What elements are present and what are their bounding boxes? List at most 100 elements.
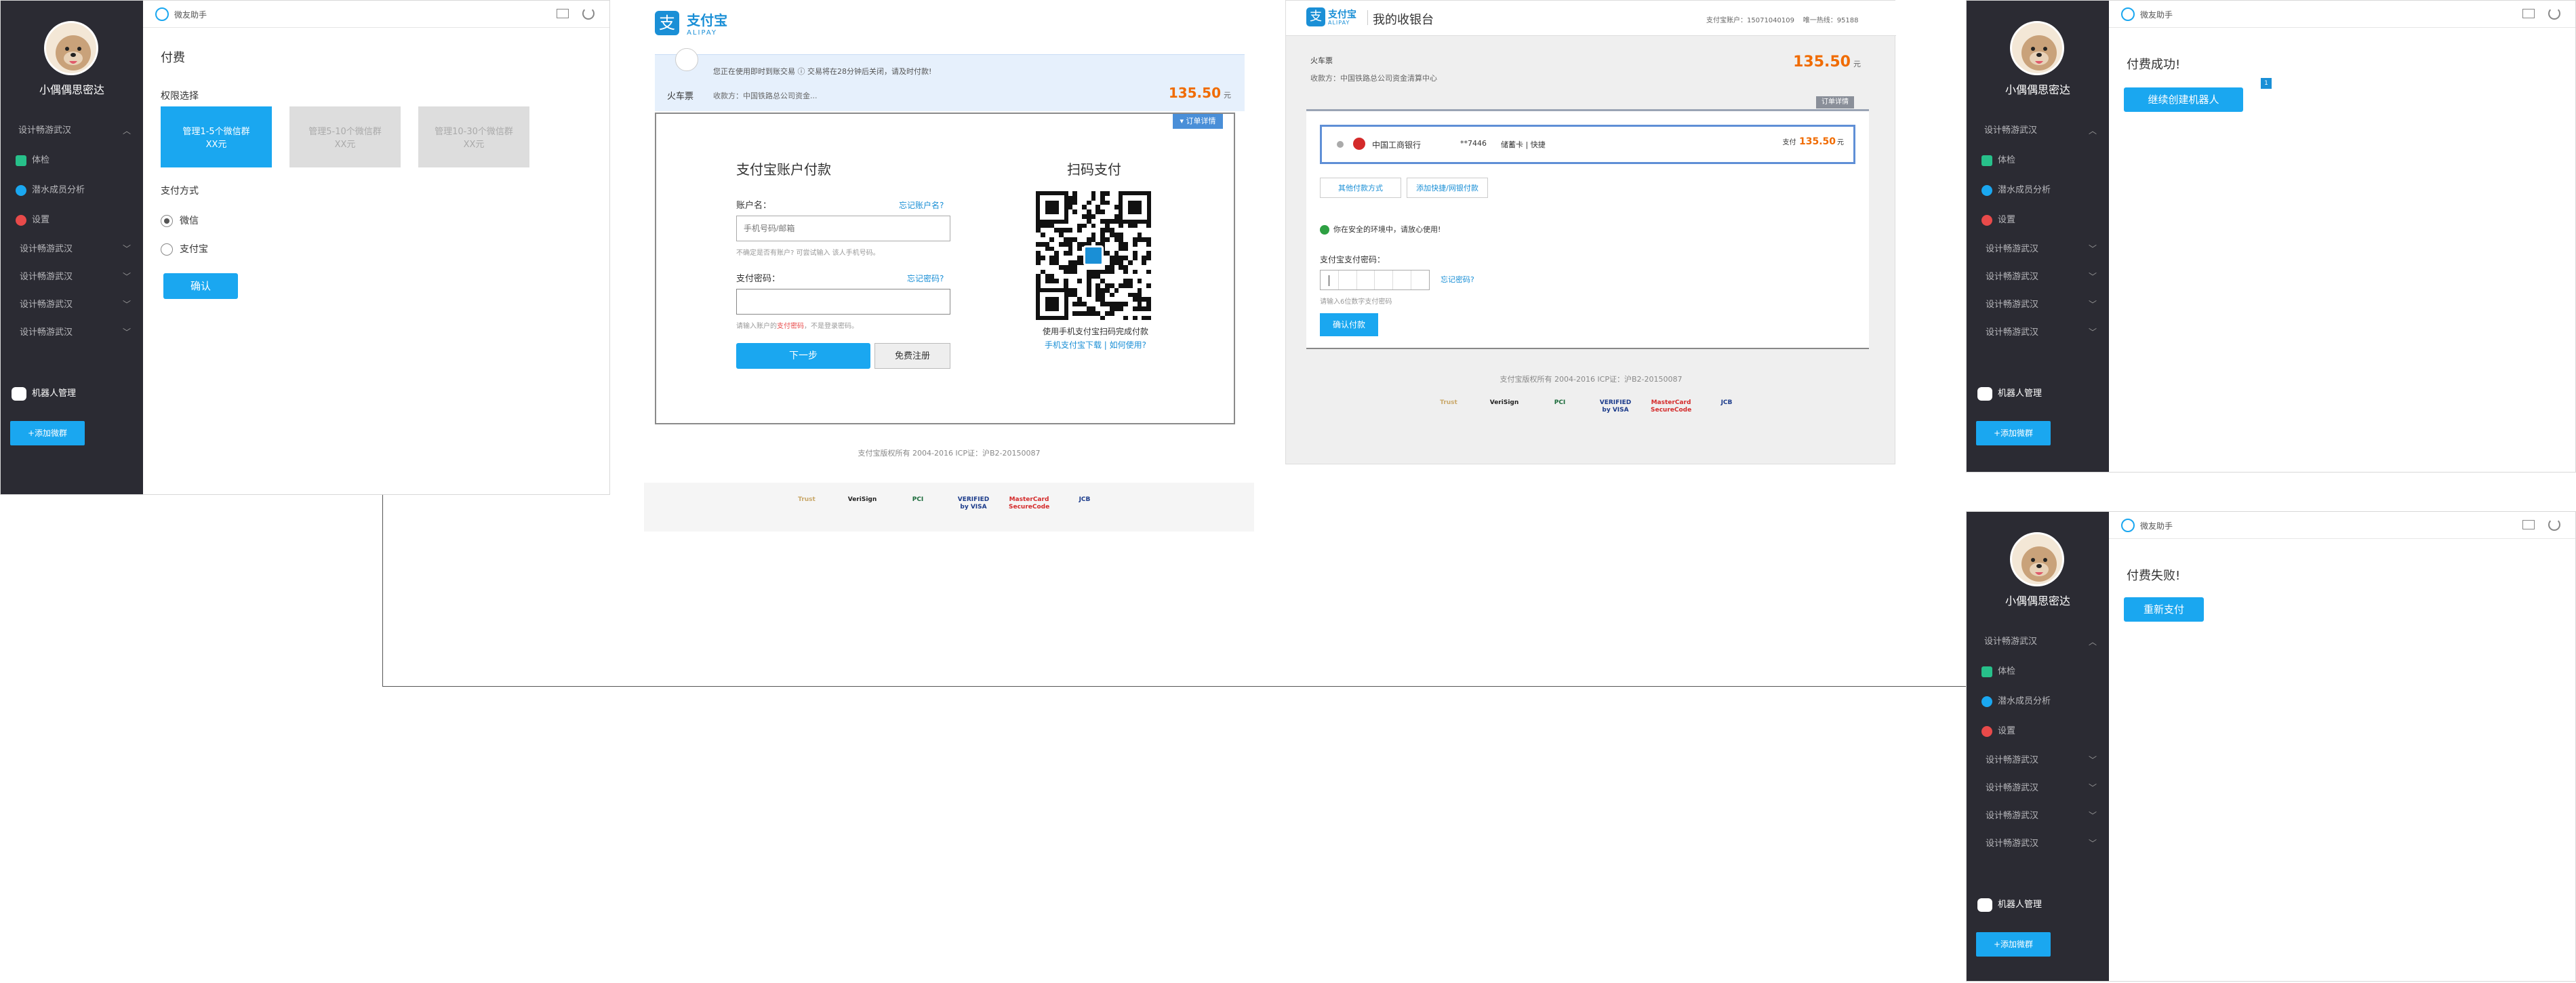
sidebar-group-item[interactable]: 设计畅游武汉 ﹀ — [1967, 319, 2109, 346]
avatar — [44, 21, 98, 75]
power-icon[interactable] — [2548, 519, 2560, 531]
download-app-link[interactable]: 手机支付宝下载 — [1045, 340, 1102, 350]
confirm-button[interactable]: 确认 — [163, 273, 238, 299]
sidebar-group-item[interactable]: 设计畅游武汉 ﹀ — [1967, 830, 2109, 858]
alipay-logo-text: 支付宝 — [687, 12, 728, 28]
topbar-title: 微友助手 — [174, 10, 207, 20]
sidebar-item-checkup[interactable]: 体检 — [1967, 146, 2109, 176]
sidebar-item-label: 设计畅游武汉 — [1986, 327, 2039, 338]
sidebar-group-item[interactable]: 设计畅游武汉 ﹀ — [1, 291, 143, 319]
account-input[interactable] — [736, 216, 950, 241]
sidebar-item-lurker[interactable]: 潜水成员分析 — [1967, 176, 2109, 205]
sidebar-item-checkup[interactable]: 体检 — [1, 146, 143, 176]
sidebar-item-lurker[interactable]: 潜水成员分析 — [1, 176, 143, 205]
sidebar-group-item[interactable]: 设计畅游武汉 ﹀ — [1, 319, 143, 346]
trust-logo-1: VeriSign — [847, 496, 877, 503]
robot-management[interactable]: 机器人管理 — [1977, 897, 2106, 912]
radio-checked-icon[interactable] — [161, 215, 173, 227]
account-info: 支付宝账户：15071040109 唯一热线：95188 — [1706, 17, 1859, 24]
confirm-pay-button[interactable]: 确认付款 — [1320, 313, 1378, 336]
continue-create-robot-button[interactable]: 继续创建机器人 — [2124, 87, 2243, 112]
sidebar-item-checkup[interactable]: 体检 — [1967, 657, 2109, 687]
alipay-logo-icon: 支 — [655, 11, 679, 35]
amount-unit: 元 — [1853, 60, 1861, 68]
alipay-logo: 支 支付宝 ALIPAY — [655, 9, 727, 37]
forgot-password-link[interactable]: 忘记密码? — [907, 273, 944, 284]
order-detail-button[interactable]: 订单详情 — [1816, 96, 1854, 108]
plan-option-3[interactable]: 管理10-30个微信群 XX元 — [418, 106, 529, 167]
sidebar-item-label: 设计畅游武汉 — [1986, 783, 2039, 793]
sidebar-group-item[interactable]: 设计畅游武汉 ﹀ — [1967, 774, 2109, 802]
sidebar-group-item[interactable]: 设计畅游武汉 ﹀ — [1, 263, 143, 291]
topbar: 微友助手 — [143, 1, 609, 28]
sidebar-item-lurker[interactable]: 潜水成员分析 — [1967, 687, 2109, 717]
bank-name: 中国工商银行 — [1372, 140, 1422, 150]
robot-management[interactable]: 机器人管理 — [12, 386, 140, 401]
qr-code[interactable] — [1036, 191, 1151, 321]
scan-hint: 使用手机支付宝扫码完成付款 — [1042, 327, 1148, 336]
selected-bank-card[interactable]: 中国工商银行 **7446 储蓄卡 | 快捷 支付 135.50 元 — [1320, 125, 1855, 164]
power-icon[interactable] — [582, 7, 595, 20]
radio-icon[interactable] — [161, 243, 173, 256]
register-button[interactable]: 免费注册 — [874, 343, 950, 369]
retry-pay-button[interactable]: 重新支付 — [2124, 597, 2204, 622]
nav-group-toggle[interactable]: 设计畅游武汉 ︿ — [1, 116, 143, 146]
next-button[interactable]: 下一步 — [736, 343, 870, 369]
power-icon[interactable] — [2548, 7, 2560, 20]
sidebar-group-item[interactable]: 设计畅游武汉 ﹀ — [1967, 235, 2109, 263]
add-group-button[interactable]: +添加微群 — [10, 421, 85, 445]
mail-icon[interactable] — [2522, 9, 2535, 18]
method-alipay[interactable]: 支付宝 — [161, 242, 208, 256]
plan-option-2[interactable]: 管理5-10个微信群 XX元 — [289, 106, 401, 167]
mail-icon[interactable] — [2522, 520, 2535, 529]
chevron-up-icon: ︿ — [2088, 126, 2097, 136]
order-payee: 收款方：中国铁路总公司资金... — [713, 92, 818, 100]
username: 小偶偶思密达 — [2005, 595, 2070, 607]
forgot-password-link[interactable]: 忘记密码? — [1441, 274, 1474, 285]
trust-logo-3: VERIFIED by VISA — [1599, 399, 1632, 414]
trust-logo-3: VERIFIED by VISA — [957, 496, 990, 510]
forgot-account-link[interactable]: 忘记账户名? — [899, 199, 944, 211]
sidebar-group-item[interactable]: 设计畅游武汉 ﹀ — [1967, 291, 2109, 319]
sidebar-group-item[interactable]: 设计畅游武汉 ﹀ — [1967, 263, 2109, 291]
sidebar-group-item[interactable]: 设计畅游武汉 ﹀ — [1967, 802, 2109, 830]
plan-option-1[interactable]: 管理1-5个微信群 XX元 — [161, 106, 272, 167]
other-method-button[interactable]: 其他付款方式 — [1320, 178, 1401, 198]
flow-connector-horizontal — [382, 686, 1967, 687]
method-wechat[interactable]: 微信 — [161, 214, 199, 227]
robot-management[interactable]: 机器人管理 — [1977, 386, 2106, 401]
how-to-use-link[interactable]: 如何使用? — [1110, 340, 1146, 350]
step-badge: 1 — [2261, 78, 2272, 89]
card-pay-amount: 支付 135.50 元 — [1783, 136, 1844, 147]
sidebar-item-label: 设计畅游武汉 — [20, 272, 73, 282]
amount-value: 135.50 — [1793, 54, 1851, 71]
order-detail-button[interactable]: ▾ 订单详情 — [1173, 114, 1223, 129]
sidebar-item-settings[interactable]: 设置 — [1967, 205, 2109, 235]
nav-group-toggle[interactable]: 设计畅游武汉 ︿ — [1967, 116, 2109, 146]
robot-label: 机器人管理 — [1998, 900, 2042, 910]
login-footer: 支付宝版权所有 2004-2016 ICP证：沪B2-20150087 — [858, 449, 1041, 458]
nav-group-toggle[interactable]: 设计畅游武汉 ︿ — [1967, 627, 2109, 657]
trust-logo-5: JCB — [1079, 496, 1091, 503]
sidebar-item-settings[interactable]: 设置 — [1967, 717, 2109, 746]
sidebar-group-item[interactable]: 设计畅游武汉 ﹀ — [1967, 746, 2109, 774]
add-card-button[interactable]: 添加快捷/网银付款 — [1407, 178, 1488, 198]
authority-label: 权限选择 — [161, 91, 199, 102]
password-input[interactable] — [736, 289, 950, 315]
sidebar-item-settings[interactable]: 设置 — [1, 205, 143, 235]
cashier-header: 支 支付宝 ALIPAY 我的收银台 支付宝账户：15071040109 唯一热… — [1286, 1, 1896, 36]
app-logo-icon — [2121, 7, 2135, 21]
sidebar-item-label: 设置 — [32, 215, 50, 225]
lurker-analysis-icon — [1981, 184, 1992, 196]
password-hint: 请输入账户的支付密码，不是登录密码。 — [736, 320, 858, 330]
pay-password-input[interactable] — [1320, 270, 1430, 290]
add-group-button[interactable]: +添加微群 — [1976, 421, 2051, 445]
scan-link-separator: | — [1104, 340, 1107, 350]
password-hint-link[interactable]: 支付密码 — [777, 323, 804, 330]
add-group-button[interactable]: +添加微群 — [1976, 932, 2051, 957]
radio-checked-icon[interactable] — [1337, 141, 1344, 148]
sidebar: 小偶偶思密达 设计畅游武汉 ︿ 体检 潜水成员分析 设置 设计畅游武汉 ﹀ 设计畅游… — [1, 1, 143, 494]
trust-logo-1: VeriSign — [1489, 399, 1519, 406]
sidebar-group-item[interactable]: 设计畅游武汉 ﹀ — [1, 235, 143, 263]
mail-icon[interactable] — [557, 9, 569, 18]
